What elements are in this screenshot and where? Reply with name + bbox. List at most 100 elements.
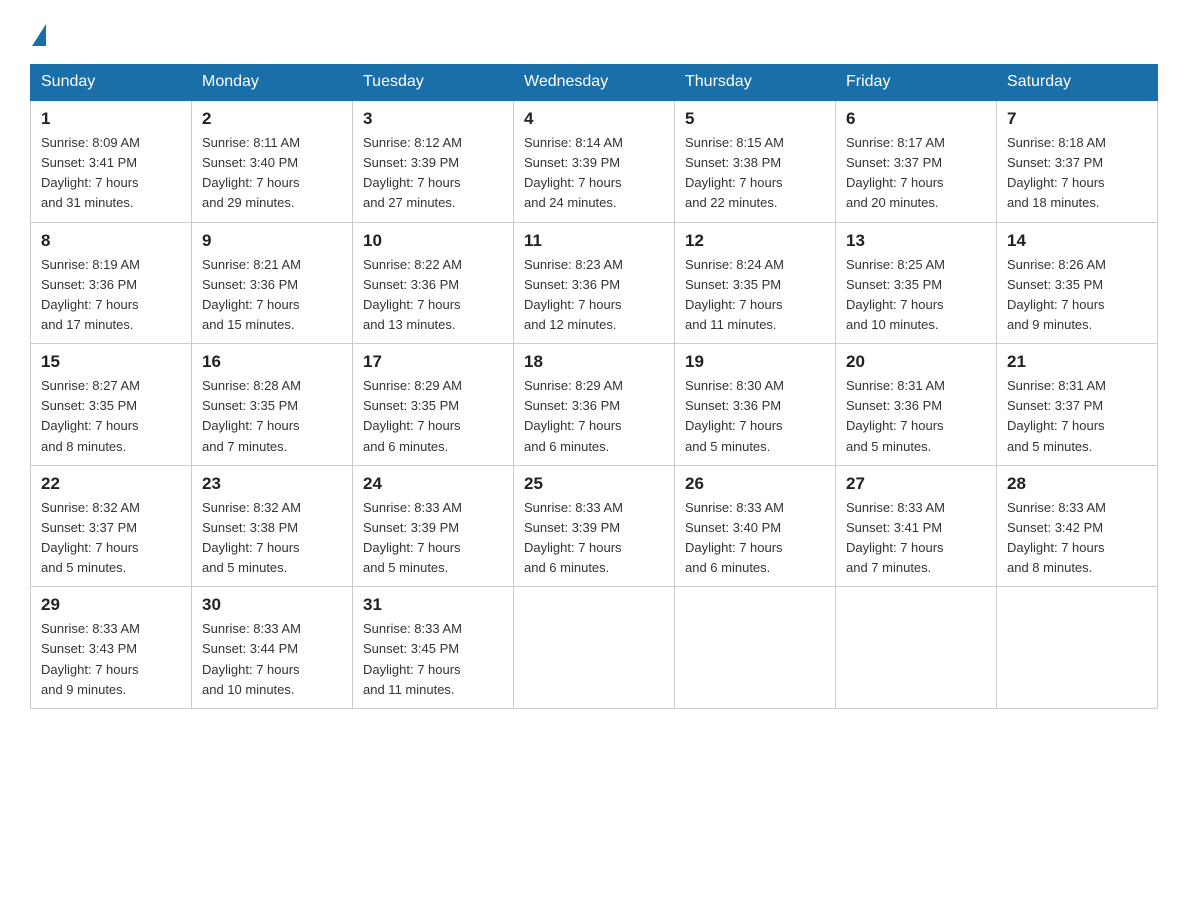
day-info: Sunrise: 8:15 AM Sunset: 3:38 PM Dayligh… (685, 133, 825, 214)
day-number: 30 (202, 595, 342, 615)
day-info: Sunrise: 8:11 AM Sunset: 3:40 PM Dayligh… (202, 133, 342, 214)
day-info: Sunrise: 8:12 AM Sunset: 3:39 PM Dayligh… (363, 133, 503, 214)
day-info: Sunrise: 8:33 AM Sunset: 3:39 PM Dayligh… (524, 498, 664, 579)
day-info: Sunrise: 8:33 AM Sunset: 3:45 PM Dayligh… (363, 619, 503, 700)
calendar-day-cell: 28 Sunrise: 8:33 AM Sunset: 3:42 PM Dayli… (997, 465, 1158, 587)
day-number: 10 (363, 231, 503, 251)
calendar-day-cell: 11 Sunrise: 8:23 AM Sunset: 3:36 PM Dayli… (514, 222, 675, 344)
calendar-day-cell: 5Sunrise: 8:15 AM Sunset: 3:38 PM Daylig… (675, 100, 836, 222)
day-number: 27 (846, 474, 986, 494)
calendar-day-cell: 19 Sunrise: 8:30 AM Sunset: 3:36 PM Dayli… (675, 344, 836, 466)
day-info: Sunrise: 8:27 AM Sunset: 3:35 PM Dayligh… (41, 376, 181, 457)
logo-triangle-icon (32, 24, 46, 46)
calendar-day-cell: 27 Sunrise: 8:33 AM Sunset: 3:41 PM Dayli… (836, 465, 997, 587)
day-number: 25 (524, 474, 664, 494)
day-number: 23 (202, 474, 342, 494)
day-number: 11 (524, 231, 664, 251)
calendar-day-cell: 22 Sunrise: 8:32 AM Sunset: 3:37 PM Dayli… (31, 465, 192, 587)
calendar-week-row: 15Sunrise: 8:27 AM Sunset: 3:35 PM Dayli… (31, 344, 1158, 466)
day-number: 16 (202, 352, 342, 372)
day-number: 31 (363, 595, 503, 615)
day-info: Sunrise: 8:33 AM Sunset: 3:44 PM Dayligh… (202, 619, 342, 700)
day-number: 26 (685, 474, 825, 494)
calendar-day-cell: 21Sunrise: 8:31 AM Sunset: 3:37 PM Dayli… (997, 344, 1158, 466)
calendar-day-cell (514, 587, 675, 709)
calendar-day-cell: 15Sunrise: 8:27 AM Sunset: 3:35 PM Dayli… (31, 344, 192, 466)
day-info: Sunrise: 8:23 AM Sunset: 3:36 PM Dayligh… (524, 255, 664, 336)
calendar-day-cell: 30 Sunrise: 8:33 AM Sunset: 3:44 PM Dayli… (192, 587, 353, 709)
day-number: 20 (846, 352, 986, 372)
day-number: 17 (363, 352, 503, 372)
calendar-day-cell: 31 Sunrise: 8:33 AM Sunset: 3:45 PM Dayli… (353, 587, 514, 709)
day-info: Sunrise: 8:22 AM Sunset: 3:36 PM Dayligh… (363, 255, 503, 336)
calendar-day-cell: 18 Sunrise: 8:29 AM Sunset: 3:36 PM Dayli… (514, 344, 675, 466)
day-number: 13 (846, 231, 986, 251)
day-number: 1 (41, 109, 181, 129)
calendar-header-row: SundayMondayTuesdayWednesdayThursdayFrid… (31, 65, 1158, 101)
day-number: 4 (524, 109, 664, 129)
day-info: Sunrise: 8:09 AM Sunset: 3:41 PM Dayligh… (41, 133, 181, 214)
day-info: Sunrise: 8:26 AM Sunset: 3:35 PM Dayligh… (1007, 255, 1147, 336)
calendar-day-cell: 7Sunrise: 8:18 AM Sunset: 3:37 PM Daylig… (997, 100, 1158, 222)
day-of-week-header: Saturday (997, 65, 1158, 101)
calendar-day-cell: 25 Sunrise: 8:33 AM Sunset: 3:39 PM Dayli… (514, 465, 675, 587)
day-info: Sunrise: 8:30 AM Sunset: 3:36 PM Dayligh… (685, 376, 825, 457)
day-info: Sunrise: 8:17 AM Sunset: 3:37 PM Dayligh… (846, 133, 986, 214)
day-number: 9 (202, 231, 342, 251)
calendar-table: SundayMondayTuesdayWednesdayThursdayFrid… (30, 64, 1158, 709)
calendar-week-row: 1 Sunrise: 8:09 AM Sunset: 3:41 PM Daylig… (31, 100, 1158, 222)
day-info: Sunrise: 8:31 AM Sunset: 3:36 PM Dayligh… (846, 376, 986, 457)
calendar-day-cell: 9 Sunrise: 8:21 AM Sunset: 3:36 PM Daylig… (192, 222, 353, 344)
calendar-day-cell (836, 587, 997, 709)
calendar-day-cell: 2 Sunrise: 8:11 AM Sunset: 3:40 PM Daylig… (192, 100, 353, 222)
day-info: Sunrise: 8:33 AM Sunset: 3:43 PM Dayligh… (41, 619, 181, 700)
calendar-day-cell: 23 Sunrise: 8:32 AM Sunset: 3:38 PM Dayli… (192, 465, 353, 587)
logo (30, 20, 46, 46)
day-number: 29 (41, 595, 181, 615)
day-info: Sunrise: 8:32 AM Sunset: 3:37 PM Dayligh… (41, 498, 181, 579)
calendar-day-cell: 16 Sunrise: 8:28 AM Sunset: 3:35 PM Dayli… (192, 344, 353, 466)
calendar-day-cell: 8Sunrise: 8:19 AM Sunset: 3:36 PM Daylig… (31, 222, 192, 344)
calendar-week-row: 8Sunrise: 8:19 AM Sunset: 3:36 PM Daylig… (31, 222, 1158, 344)
day-of-week-header: Sunday (31, 65, 192, 101)
calendar-week-row: 22 Sunrise: 8:32 AM Sunset: 3:37 PM Dayli… (31, 465, 1158, 587)
calendar-day-cell: 12Sunrise: 8:24 AM Sunset: 3:35 PM Dayli… (675, 222, 836, 344)
day-number: 2 (202, 109, 342, 129)
day-number: 24 (363, 474, 503, 494)
day-info: Sunrise: 8:32 AM Sunset: 3:38 PM Dayligh… (202, 498, 342, 579)
calendar-day-cell: 29 Sunrise: 8:33 AM Sunset: 3:43 PM Dayli… (31, 587, 192, 709)
day-info: Sunrise: 8:25 AM Sunset: 3:35 PM Dayligh… (846, 255, 986, 336)
calendar-day-cell (997, 587, 1158, 709)
day-number: 18 (524, 352, 664, 372)
day-number: 28 (1007, 474, 1147, 494)
day-number: 7 (1007, 109, 1147, 129)
calendar-day-cell: 4 Sunrise: 8:14 AM Sunset: 3:39 PM Daylig… (514, 100, 675, 222)
calendar-day-cell: 3 Sunrise: 8:12 AM Sunset: 3:39 PM Daylig… (353, 100, 514, 222)
day-info: Sunrise: 8:29 AM Sunset: 3:36 PM Dayligh… (524, 376, 664, 457)
day-info: Sunrise: 8:33 AM Sunset: 3:41 PM Dayligh… (846, 498, 986, 579)
calendar-week-row: 29 Sunrise: 8:33 AM Sunset: 3:43 PM Dayli… (31, 587, 1158, 709)
day-info: Sunrise: 8:28 AM Sunset: 3:35 PM Dayligh… (202, 376, 342, 457)
day-number: 22 (41, 474, 181, 494)
calendar-day-cell: 20 Sunrise: 8:31 AM Sunset: 3:36 PM Dayli… (836, 344, 997, 466)
day-info: Sunrise: 8:33 AM Sunset: 3:40 PM Dayligh… (685, 498, 825, 579)
day-info: Sunrise: 8:33 AM Sunset: 3:42 PM Dayligh… (1007, 498, 1147, 579)
calendar-day-cell: 13 Sunrise: 8:25 AM Sunset: 3:35 PM Dayli… (836, 222, 997, 344)
day-info: Sunrise: 8:21 AM Sunset: 3:36 PM Dayligh… (202, 255, 342, 336)
day-number: 3 (363, 109, 503, 129)
calendar-day-cell: 26 Sunrise: 8:33 AM Sunset: 3:40 PM Dayli… (675, 465, 836, 587)
calendar-day-cell: 10 Sunrise: 8:22 AM Sunset: 3:36 PM Dayli… (353, 222, 514, 344)
day-of-week-header: Thursday (675, 65, 836, 101)
day-info: Sunrise: 8:29 AM Sunset: 3:35 PM Dayligh… (363, 376, 503, 457)
day-number: 12 (685, 231, 825, 251)
day-number: 19 (685, 352, 825, 372)
day-number: 6 (846, 109, 986, 129)
day-of-week-header: Friday (836, 65, 997, 101)
calendar-day-cell: 24Sunrise: 8:33 AM Sunset: 3:39 PM Dayli… (353, 465, 514, 587)
day-of-week-header: Tuesday (353, 65, 514, 101)
calendar-day-cell: 1 Sunrise: 8:09 AM Sunset: 3:41 PM Daylig… (31, 100, 192, 222)
calendar-day-cell: 6 Sunrise: 8:17 AM Sunset: 3:37 PM Daylig… (836, 100, 997, 222)
day-number: 21 (1007, 352, 1147, 372)
day-of-week-header: Wednesday (514, 65, 675, 101)
day-info: Sunrise: 8:14 AM Sunset: 3:39 PM Dayligh… (524, 133, 664, 214)
